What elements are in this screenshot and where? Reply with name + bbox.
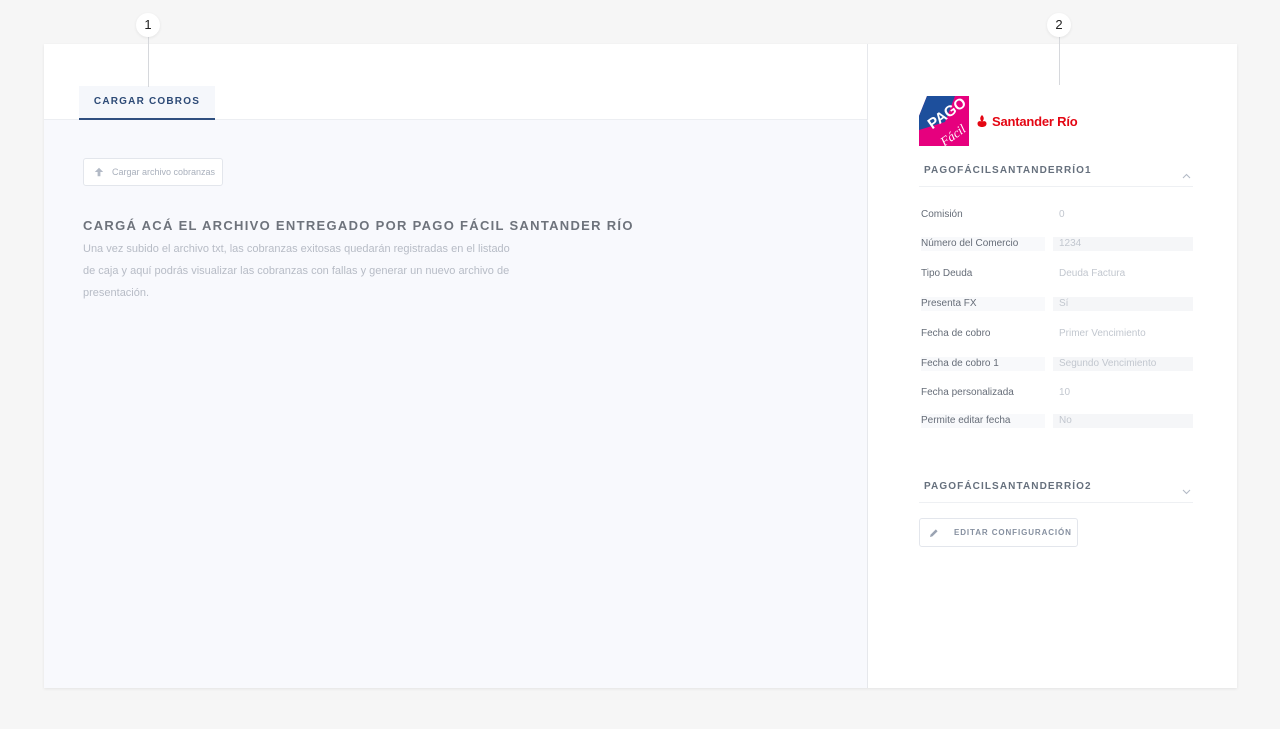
pencil-icon [929,528,939,538]
edit-configuration-button[interactable]: EDITAR CONFIGURACIÓN [919,518,1078,547]
upload-file-button[interactable]: Cargar archivo cobranzas [83,158,224,186]
left-panel: CARGAR COBROS Cargar archivo cobranzas C… [44,44,867,688]
field-label: Fecha personalizada [921,387,1014,398]
field-label: Fecha de cobro [921,328,991,339]
field-row-fecha-personalizada: Fecha personalizada 10 [919,386,1193,400]
field-label: Tipo Deuda [921,268,973,279]
field-value: Sí [1053,297,1193,311]
config-panel: PAGO Fácil Santander Río PAGOFÁCILSANTAN… [868,44,1237,688]
santander-brand-text: Santander Río [992,113,1078,129]
upload-content: Cargar archivo cobranzas CARGÁ ACÁ EL AR… [44,120,867,688]
callout-1: 1 [136,13,160,37]
field-label: Permite editar fecha [921,414,1045,428]
chevron-down-icon [1182,482,1191,500]
callout-2: 2 [1047,13,1071,37]
field-label: Presenta FX [921,297,1045,311]
field-label: Número del Comercio [921,237,1045,251]
field-row-presenta-fx: Presenta FX Sí [919,297,1193,311]
field-value: 0 [1059,209,1065,220]
field-label: Fecha de cobro 1 [921,357,1045,371]
app-frame: CARGAR COBROS Cargar archivo cobranzas C… [44,44,1237,688]
edit-configuration-label: EDITAR CONFIGURACIÓN [954,528,1072,537]
upload-file-label: Cargar archivo cobranzas [112,167,216,177]
section-1-title: PAGOFÁCILSANTANDERRÍO1 [924,165,1092,176]
upload-description: Una vez subido el archivo txt, las cobra… [83,243,510,299]
field-row-numero-comercio: Número del Comercio 1234 [919,237,1193,251]
pago-facil-santander-logo: PAGO Fácil Santander Río [919,96,1078,146]
chevron-up-icon [1182,166,1191,184]
santander-flame-icon [977,115,987,127]
field-row-comision: Comisión 0 [919,208,1193,222]
field-value: 1234 [1053,237,1193,251]
field-label: Comisión [921,209,963,220]
field-value: Deuda Factura [1059,268,1126,279]
field-row-tipo-deuda: Tipo Deuda Deuda Factura [919,267,1193,281]
field-value: Primer Vencimiento [1059,328,1146,339]
field-row-fecha-cobro: Fecha de cobro Primer Vencimiento [919,327,1193,341]
upload-arrow-icon [94,167,104,177]
section-pagofacil-2-header[interactable]: PAGOFÁCILSANTANDERRÍO2 [919,469,1193,503]
section-2-title: PAGOFÁCILSANTANDERRÍO2 [924,481,1092,492]
tab-bar: CARGAR COBROS [44,44,867,120]
field-value: No [1053,414,1193,428]
field-row-fecha-cobro-1: Fecha de cobro 1 Segundo Vencimiento [919,357,1193,371]
callout-1-line [148,37,149,87]
section-pagofacil-1-header[interactable]: PAGOFÁCILSANTANDERRÍO1 [919,153,1193,187]
tab-cargar-cobros[interactable]: CARGAR COBROS [79,86,215,120]
pago-facil-badge-icon: PAGO Fácil [919,96,969,146]
field-value: Segundo Vencimiento [1053,357,1193,371]
upload-title: CARGÁ ACÁ EL ARCHIVO ENTREGADO POR PAGO … [83,218,634,233]
field-row-permite-editar-fecha: Permite editar fecha No [919,414,1193,428]
field-value: 10 [1059,387,1071,398]
callout-2-line [1059,37,1060,85]
